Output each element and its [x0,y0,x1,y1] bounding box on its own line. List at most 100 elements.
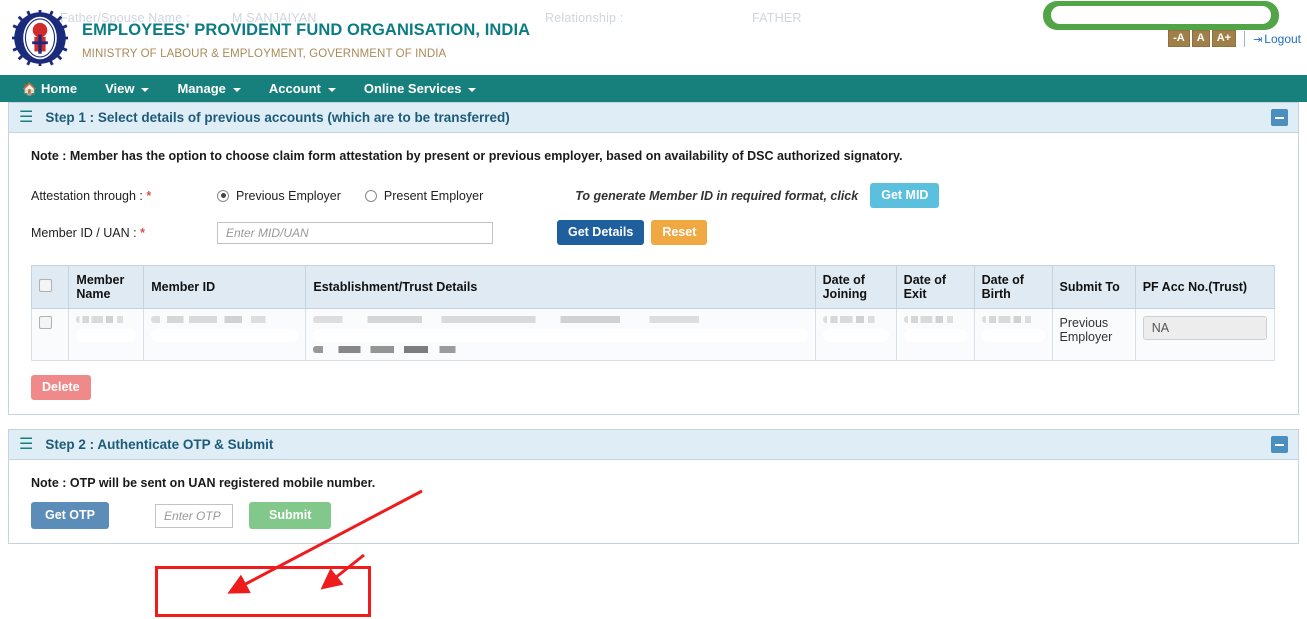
submit-button[interactable]: Submit [249,502,332,529]
cell-submit-to: Previous Employer [1051,308,1136,361]
font-decrease-button[interactable]: -A [1168,30,1190,47]
home-icon: 🏠 [22,81,37,96]
menu-icon[interactable]: ☰ [19,436,33,453]
member-id-label-text: Member ID / UAN : [31,225,137,240]
get-details-button[interactable]: Get Details [557,220,645,245]
select-all-checkbox[interactable] [39,279,52,292]
header-divider [1244,30,1246,47]
redacted-doe [903,316,967,323]
required-marker: * [146,188,152,203]
cell-date-of-joining [814,308,897,361]
col-pf-acc-no: PF Acc No.(Trust) [1134,265,1276,309]
chevron-down-icon [141,87,150,92]
cell-establishment [305,308,816,361]
cell-member-name [68,308,145,361]
font-increase-button[interactable]: A+ [1211,30,1237,47]
nav-item-home-label: Home [40,81,78,96]
reset-button[interactable]: Reset [651,220,708,245]
nav-item-account-label: Account [268,81,321,96]
logout-label: Logout [1264,31,1301,46]
redaction-mask [313,329,808,342]
redacted-establishment-line2 [313,346,512,353]
step1-panel: ☰ Step 1 : Select details of previous ac… [8,102,1299,415]
nav-item-manage-label: Manage [177,81,226,96]
get-mid-button[interactable]: Get MID [870,183,940,208]
redaction-mask [822,329,889,342]
radio-present-employer-label: Present Employer [383,188,484,203]
nav-item-account[interactable]: Account [269,81,336,96]
redacted-establishment-line1 [313,316,808,323]
step2-collapse-button[interactable] [1271,436,1288,453]
col-member-id: Member ID [143,265,307,309]
radio-present-employer[interactable]: Present Employer [364,188,484,203]
step1-panel-body: Note : Member has the option to choose c… [9,133,1298,414]
logout-icon: ⇥ [1253,33,1263,46]
chevron-down-icon [232,87,241,92]
redacted-member-id [151,316,299,323]
redacted-dob [981,316,1045,323]
redaction-mask [903,329,967,342]
cell-member-id [143,308,307,361]
chevron-down-icon [327,87,336,92]
get-otp-button[interactable]: Get OTP [31,502,110,529]
nav-item-online-services-label: Online Services [363,81,462,96]
step2-panel-header: ☰ Step 2 : Authenticate OTP & Submit [9,430,1298,460]
cell-date-of-birth [973,308,1053,361]
step1-collapse-button[interactable] [1271,109,1288,126]
delete-button[interactable]: Delete [31,375,91,400]
main-navbar: 🏠 Home View Manage Account Online Servic… [0,75,1307,102]
table-row: Previous Employer NA [30,308,1276,361]
logout-button[interactable]: ⇥ Logout [1253,32,1301,46]
radio-previous-employer[interactable]: Previous Employer [217,189,341,203]
epfo-emblem-icon [12,9,68,66]
step2-panel-body: Note : OTP will be sent on UAN registere… [9,460,1298,543]
brand-text: EMPLOYEES' PROVIDENT FUND ORGANISATION, … [82,15,530,60]
site-title: EMPLOYEES' PROVIDENT FUND ORGANISATION, … [82,21,531,39]
member-id-input[interactable]: Enter MID/UAN [217,221,493,244]
attestation-row: Attestation through : * Previous Employe… [31,183,1286,208]
font-normal-button[interactable]: A [1191,30,1210,47]
step1-panel-header: ☰ Step 1 : Select details of previous ac… [9,103,1298,133]
col-submit-to: Submit To [1051,265,1136,309]
step1-title: Step 1 : Select details of previous acco… [45,110,510,125]
radio-present-employer-control[interactable] [364,189,377,202]
col-select-all [30,265,70,309]
cell-date-of-exit [895,308,975,361]
col-establishment: Establishment/Trust Details [305,265,816,309]
redaction-mask [76,329,137,342]
radio-previous-employer-label: Previous Employer [236,188,341,203]
submit-wrap: Submit [249,502,332,529]
nav-item-manage[interactable]: Manage [177,81,241,96]
cell-pf-acc-no: NA [1134,308,1276,361]
redacted-doj [822,316,889,323]
table-header-row: Member Name Member ID Establishment/Trus… [30,265,1276,309]
redaction-mask [981,329,1045,342]
member-id-label: Member ID / UAN : * [31,226,217,240]
member-id-actions: Get Details Reset [557,220,708,245]
otp-row: Get OTP Enter OTP Submit [31,502,1286,529]
annotation-red-rectangle [155,566,371,617]
col-date-of-joining: Date of Joining [814,265,897,309]
header-utilities: -A A A+ ⇥ Logout [1168,30,1301,47]
member-id-row: Member ID / UAN : * Enter MID/UAN Get De… [31,220,1286,245]
cell-row-checkbox [30,308,70,361]
radio-previous-employer-control[interactable] [217,189,229,202]
nav-item-view[interactable]: View [105,81,150,96]
nav-item-home[interactable]: 🏠 Home [22,81,77,96]
get-mid-hint: To generate Member ID in required format… [575,188,859,203]
delete-row-actions: Delete [31,375,1286,400]
redaction-blob-green [1043,1,1279,30]
required-marker: * [140,225,145,240]
otp-input[interactable]: Enter OTP [155,503,234,528]
menu-icon[interactable]: ☰ [19,109,33,126]
col-member-name: Member Name [68,265,145,309]
redacted-member-name [76,316,137,323]
step2-title: Step 2 : Authenticate OTP & Submit [45,437,274,452]
attestation-label-text: Attestation through : [31,188,143,203]
site-subtitle: MINISTRY OF LABOUR & EMPLOYMENT, GOVERNM… [82,48,447,60]
row-select-checkbox[interactable] [39,316,52,329]
step2-note: Note : OTP will be sent on UAN registere… [31,476,376,490]
pf-acc-no-input[interactable]: NA [1142,316,1267,340]
nav-item-online-services[interactable]: Online Services [364,81,477,96]
attestation-label: Attestation through : * [31,189,217,203]
